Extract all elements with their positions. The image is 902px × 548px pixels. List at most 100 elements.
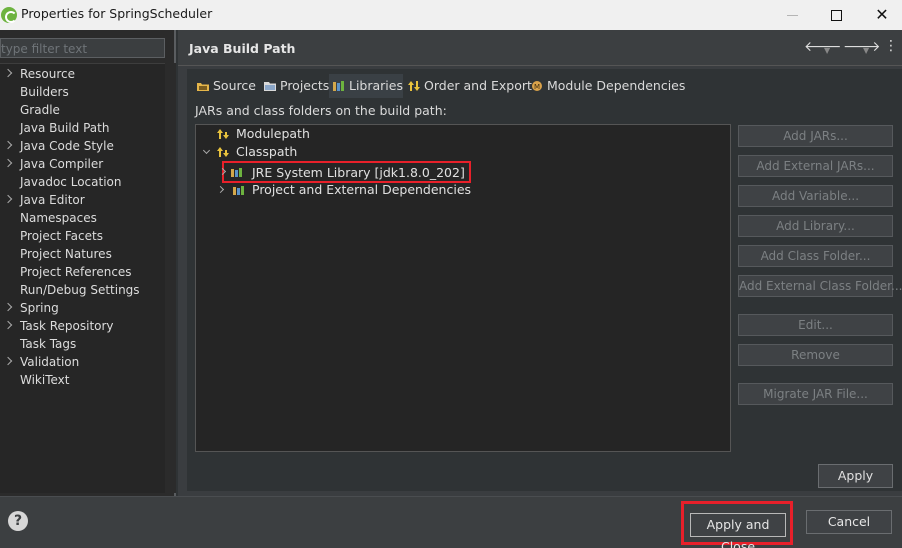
migrate-jar-button[interactable]: Migrate JAR File... [738,383,893,405]
sidebar-item-label: Java Compiler [20,157,104,171]
chevron-right-icon[interactable] [3,68,13,78]
chevron-right-icon[interactable] [216,185,225,194]
sidebar-item-label: Java Code Style [20,139,114,153]
page-header: Java Build Path 🡐 ▼ 🡒 ▼ ⋮ [178,30,902,66]
order-export-icon [408,81,420,91]
tree-node-jre-system-library[interactable]: JRE System Library [jdk1.8.0_202] [218,161,471,183]
sidebar-item-label: Project References [20,265,132,279]
add-external-class-folder-button[interactable]: Add External Class Folder... [738,275,902,297]
back-dropdown-icon[interactable]: ▼ [824,44,830,58]
tree-node-classpath[interactable]: Classpath [200,143,297,161]
sidebar-item-label: Task Repository [20,319,114,333]
close-icon: ✕ [875,5,889,24]
modulepath-icon [217,129,229,139]
sidebar-item-label: Namespaces [20,211,97,225]
add-external-jars-button[interactable]: Add External JARs... [738,155,893,177]
forward-arrow-icon[interactable]: 🡒 [843,40,881,54]
source-folder-icon [197,83,209,91]
sidebar-item-project-references[interactable]: Project References [0,263,165,281]
sidebar-item-namespaces[interactable]: Namespaces [0,209,165,227]
tree-node-label: Project and External Dependencies [252,182,472,197]
add-library-button[interactable]: Add Library... [738,215,893,237]
view-menu-icon[interactable]: ⋮ [884,39,898,53]
sidebar-item-label: Builders [20,85,69,99]
sidebar-item-project-facets[interactable]: Project Facets [0,227,165,245]
tab-bar: Source Projects Libraries Order and Expo… [187,69,902,103]
tab-label: Libraries [349,78,403,93]
apply-button[interactable]: Apply [818,464,893,488]
tab-libraries[interactable]: Libraries [329,74,403,98]
tree-description: JARs and class folders on the build path… [195,103,447,118]
projects-icon [264,82,276,91]
sidebar-item-label: Gradle [20,103,60,117]
edit-button[interactable]: Edit... [738,314,893,336]
sidebar-item-javadoc-location[interactable]: Javadoc Location [0,173,165,191]
sidebar-item-task-tags[interactable]: Task Tags [0,335,165,353]
remove-button[interactable]: Remove [738,344,893,366]
sidebar-item-java-code-style[interactable]: Java Code Style [0,137,165,155]
tree-node-label: Modulepath [236,126,310,141]
sidebar-item-label: Resource [20,67,76,81]
sidebar-item-label: Java Build Path [20,121,110,135]
chevron-down-icon[interactable] [202,146,211,155]
tab-source[interactable]: Source [193,74,257,98]
sidebar-item-java-build-path[interactable]: Java Build Path [0,119,165,137]
spring-leaf-icon [1,7,17,23]
svg-text:M: M [534,83,540,91]
sidebar-item-label: Run/Debug Settings [20,283,140,297]
build-path-tree[interactable]: Modulepath Classpath JRE System Library … [195,124,731,452]
sidebar-item-gradle[interactable]: Gradle [0,101,165,119]
back-arrow-icon[interactable]: 🡐 [804,40,842,54]
tab-projects[interactable]: Projects [260,74,330,98]
classpath-icon [217,147,229,157]
sidebar-item-java-compiler[interactable]: Java Compiler [0,155,165,173]
tree-node-label: JRE System Library [jdk1.8.0_202] [252,165,465,180]
tab-label: Order and Export [424,78,532,93]
sidebar-item-builders[interactable]: Builders [0,83,165,101]
add-class-folder-button[interactable]: Add Class Folder... [738,245,893,267]
library-icon [233,186,244,195]
chevron-right-icon[interactable] [3,302,13,312]
sidebar-item-validation[interactable]: Validation [0,353,165,371]
chevron-right-icon[interactable] [3,320,13,330]
tree-node-external-dependencies[interactable]: Project and External Dependencies [216,181,472,199]
filter-input[interactable] [0,38,165,58]
highlight-box: Apply and Close [681,501,793,548]
chevron-right-icon[interactable] [3,194,13,204]
maximize-button[interactable] [813,0,859,30]
sidebar-item-spring[interactable]: Spring [0,299,165,317]
chevron-right-icon[interactable] [3,158,13,168]
libraries-icon [333,81,344,91]
add-variable-button[interactable]: Add Variable... [738,185,893,207]
sidebar-item-run-debug-settings[interactable]: Run/Debug Settings [0,281,165,299]
chevron-right-icon[interactable] [218,167,227,176]
sidebar-item-label: Spring [20,301,59,315]
title-bar: Properties for SpringScheduler ✕ [0,0,902,30]
sidebar-item-label: Task Tags [20,337,77,351]
forward-dropdown-icon[interactable]: ▼ [863,44,869,58]
tab-module-dependencies[interactable]: M Module Dependencies [527,74,687,98]
sidebar-item-wikitext[interactable]: WikiText [0,371,165,389]
cancel-button[interactable]: Cancel [806,510,892,534]
sidebar-item-java-editor[interactable]: Java Editor [0,191,165,209]
sidebar-item-resource[interactable]: Resource [0,65,165,83]
sidebar-item-label: Javadoc Location [20,175,122,189]
tab-order-export[interactable]: Order and Export [404,74,532,98]
chevron-right-icon[interactable] [3,140,13,150]
tree-node-label: Classpath [236,144,298,159]
tab-label: Module Dependencies [547,78,686,93]
sidebar-item-label: WikiText [20,373,70,387]
close-button[interactable]: ✕ [859,0,902,30]
sidebar-item-task-repository[interactable]: Task Repository [0,317,165,335]
tab-label: Projects [280,78,330,93]
sidebar-item-label: Project Natures [20,247,112,261]
help-icon[interactable]: ? [8,511,28,531]
property-page-tree: Resource Builders Gradle Java Build Path Jav… [0,63,165,493]
minimize-button[interactable] [769,0,815,30]
apply-and-close-button[interactable]: Apply and Close [690,513,786,548]
chevron-right-icon[interactable] [3,356,13,366]
tree-scrollbar[interactable] [165,63,176,493]
add-jars-button[interactable]: Add JARs... [738,125,893,147]
tree-node-modulepath[interactable]: Modulepath [216,125,310,143]
sidebar-item-project-natures[interactable]: Project Natures [0,245,165,263]
